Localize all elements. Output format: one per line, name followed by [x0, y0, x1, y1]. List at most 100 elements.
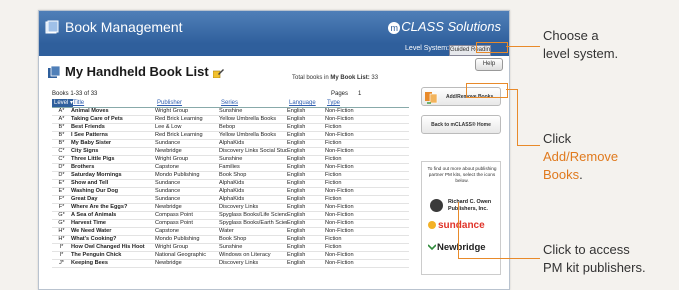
- cell-series: Sunshine: [219, 156, 243, 162]
- cell-series: Families: [219, 164, 240, 170]
- table-row[interactable]: A* Taking Care of Pets Red Brick Learning Y…: [52, 116, 409, 124]
- cell-series: Book Shop: [219, 236, 247, 242]
- pages-indicator: Pages 1: [331, 91, 362, 97]
- cell-series: Yellow Umbrella Books: [219, 116, 276, 122]
- back-home-button[interactable]: Back to mCLASS® Home: [421, 115, 501, 134]
- sundance-logo[interactable]: sundance: [428, 220, 496, 234]
- cell-type: Fiction: [325, 140, 342, 146]
- cell-level: B*: [58, 140, 65, 146]
- cell-language: English: [287, 116, 306, 122]
- cell-type: Fiction: [325, 236, 342, 242]
- table-row[interactable]: I* How Owl Changed His Hoot Wright Group Su…: [52, 244, 409, 252]
- cell-type: Non-Fiction: [325, 220, 354, 226]
- cell-title: We Need Water: [71, 228, 112, 234]
- cell-language: English: [287, 252, 306, 258]
- cell-language: English: [287, 148, 306, 154]
- table-row[interactable]: I* The Penguin Chick National Geographic Wi…: [52, 252, 409, 260]
- cell-language: English: [287, 244, 306, 250]
- cell-language: English: [287, 156, 306, 162]
- cell-level: A*: [58, 108, 65, 114]
- add-remove-books-icon: [425, 92, 438, 104]
- cell-level: A*: [58, 116, 65, 122]
- cell-level: I*: [59, 244, 64, 250]
- cell-publisher: Newbridge: [155, 148, 182, 154]
- cell-type: Non-Fiction: [325, 108, 354, 114]
- table-row[interactable]: G* A Sea of Animals Compass Point Spyglass …: [52, 212, 409, 220]
- cell-level: B*: [58, 132, 65, 138]
- edit-icon[interactable]: [213, 68, 224, 78]
- publisher-info-text: To find out more about publishing partne…: [427, 166, 497, 183]
- cell-type: Non-Fiction: [325, 212, 354, 218]
- cell-publisher: Mondo Publishing: [155, 172, 200, 178]
- cell-type: Fiction: [325, 124, 342, 130]
- table-header: Level ▾ Title Publisher Series Language …: [52, 99, 409, 108]
- richard-c-owen-logo[interactable]: Richard C. Owen Publishers, Inc.: [428, 198, 496, 214]
- column-title[interactable]: Title: [73, 99, 157, 107]
- callout-line-pub-a: [458, 202, 459, 258]
- book-list-icon: [48, 65, 61, 78]
- table-row[interactable]: A* Animal Moves Wright Group Sunshine Englis…: [52, 108, 409, 116]
- cell-publisher: Sundance: [155, 140, 181, 146]
- table-row[interactable]: F* Where Are the Eggs? Newbridge Discovery …: [52, 204, 409, 212]
- cell-language: English: [287, 204, 306, 210]
- column-publisher[interactable]: Publisher: [157, 99, 221, 107]
- table-body: A* Animal Moves Wright Group Sunshine Englis…: [52, 108, 409, 268]
- cell-level: H*: [58, 228, 65, 234]
- cell-series: Spyglass Books/Life Science: [219, 212, 287, 218]
- column-level[interactable]: Level ▾: [52, 99, 73, 107]
- cell-type: Fiction: [325, 172, 342, 178]
- table-row[interactable]: H* We Need Water Capstone Water English Non-F…: [52, 228, 409, 236]
- table-row[interactable]: D* Brothers Capstone Families English Non-Fic…: [52, 164, 409, 172]
- cell-level: G*: [58, 220, 65, 226]
- table-row[interactable]: H* What's Cooking? Mondo Publishing Book Sh…: [52, 236, 409, 244]
- table-row[interactable]: F* Great Day Sundance AlphaKids English Ficti…: [52, 196, 409, 204]
- cell-series: Bebop: [219, 124, 236, 130]
- table-row[interactable]: D* Saturday Mornings Mondo Publishing Book …: [52, 172, 409, 180]
- cell-series: Water: [219, 228, 234, 234]
- newbridge-logo[interactable]: Newbridge: [428, 242, 496, 256]
- cell-title: A Sea of Animals: [71, 212, 117, 218]
- cell-type: Non-Fiction: [325, 116, 354, 122]
- cell-title: My Baby Sister: [71, 140, 112, 146]
- cell-language: English: [287, 108, 306, 114]
- brand-logo: m CLASS Solutions: [388, 19, 501, 34]
- column-type[interactable]: Type: [327, 99, 371, 107]
- table-row[interactable]: E* Show and Tell Sundance AlphaKids English F…: [52, 180, 409, 188]
- table-row[interactable]: C* City Signs Newbridge Discovery Links Soc…: [52, 148, 409, 156]
- table-row[interactable]: G* Harvest Time Compass Point Spyglass Book…: [52, 220, 409, 228]
- help-button[interactable]: Help: [475, 58, 503, 71]
- cell-type: Non-Fiction: [325, 260, 354, 266]
- cell-title: Where Are the Eggs?: [71, 204, 128, 210]
- cell-level: D*: [58, 172, 65, 178]
- cell-language: English: [287, 212, 306, 218]
- total-books-label: Total books in My Book List: 33: [292, 75, 379, 81]
- cell-publisher: Wright Group: [155, 108, 189, 114]
- table-row[interactable]: C* Three Little Pigs Wright Group Sunshine E…: [52, 156, 409, 164]
- table-row[interactable]: E* Washing Our Dog Sundance AlphaKids Englis…: [52, 188, 409, 196]
- book-table: Level ▾ Title Publisher Series Language …: [52, 99, 409, 268]
- cell-type: Non-Fiction: [325, 132, 354, 138]
- newbridge-chevron-icon: [428, 244, 436, 251]
- cell-publisher: Red Brick Learning: [155, 132, 203, 138]
- cell-series: Windows on Literacy: [219, 252, 271, 258]
- cell-level: F*: [58, 196, 65, 202]
- cell-level: B*: [58, 124, 65, 130]
- cell-publisher: Newbridge: [155, 260, 182, 266]
- cell-series: AlphaKids: [219, 196, 245, 202]
- cell-title: What's Cooking?: [71, 236, 117, 242]
- cell-title: I See Patterns: [71, 132, 108, 138]
- table-row[interactable]: B* I See Patterns Red Brick Learning Yellow…: [52, 132, 409, 140]
- cell-publisher: Lee & Low: [155, 124, 182, 130]
- cell-language: English: [287, 196, 306, 202]
- cell-series: Discovery Links: [219, 260, 259, 266]
- cell-type: Fiction: [325, 196, 342, 202]
- sun-icon: [428, 221, 436, 229]
- app-window: Book Management m CLASS Solutions Level S…: [38, 10, 510, 290]
- cell-publisher: Compass Point: [155, 212, 193, 218]
- column-language[interactable]: Language: [289, 99, 327, 107]
- callout-line-pub-b: [458, 258, 540, 259]
- table-row[interactable]: J* Keeping Bees Newbridge Discovery Links En…: [52, 260, 409, 268]
- table-row[interactable]: B* My Baby Sister Sundance AlphaKids English…: [52, 140, 409, 148]
- table-row[interactable]: B* Best Friends Lee & Low Bebop English Ficti…: [52, 124, 409, 132]
- column-series[interactable]: Series: [221, 99, 289, 107]
